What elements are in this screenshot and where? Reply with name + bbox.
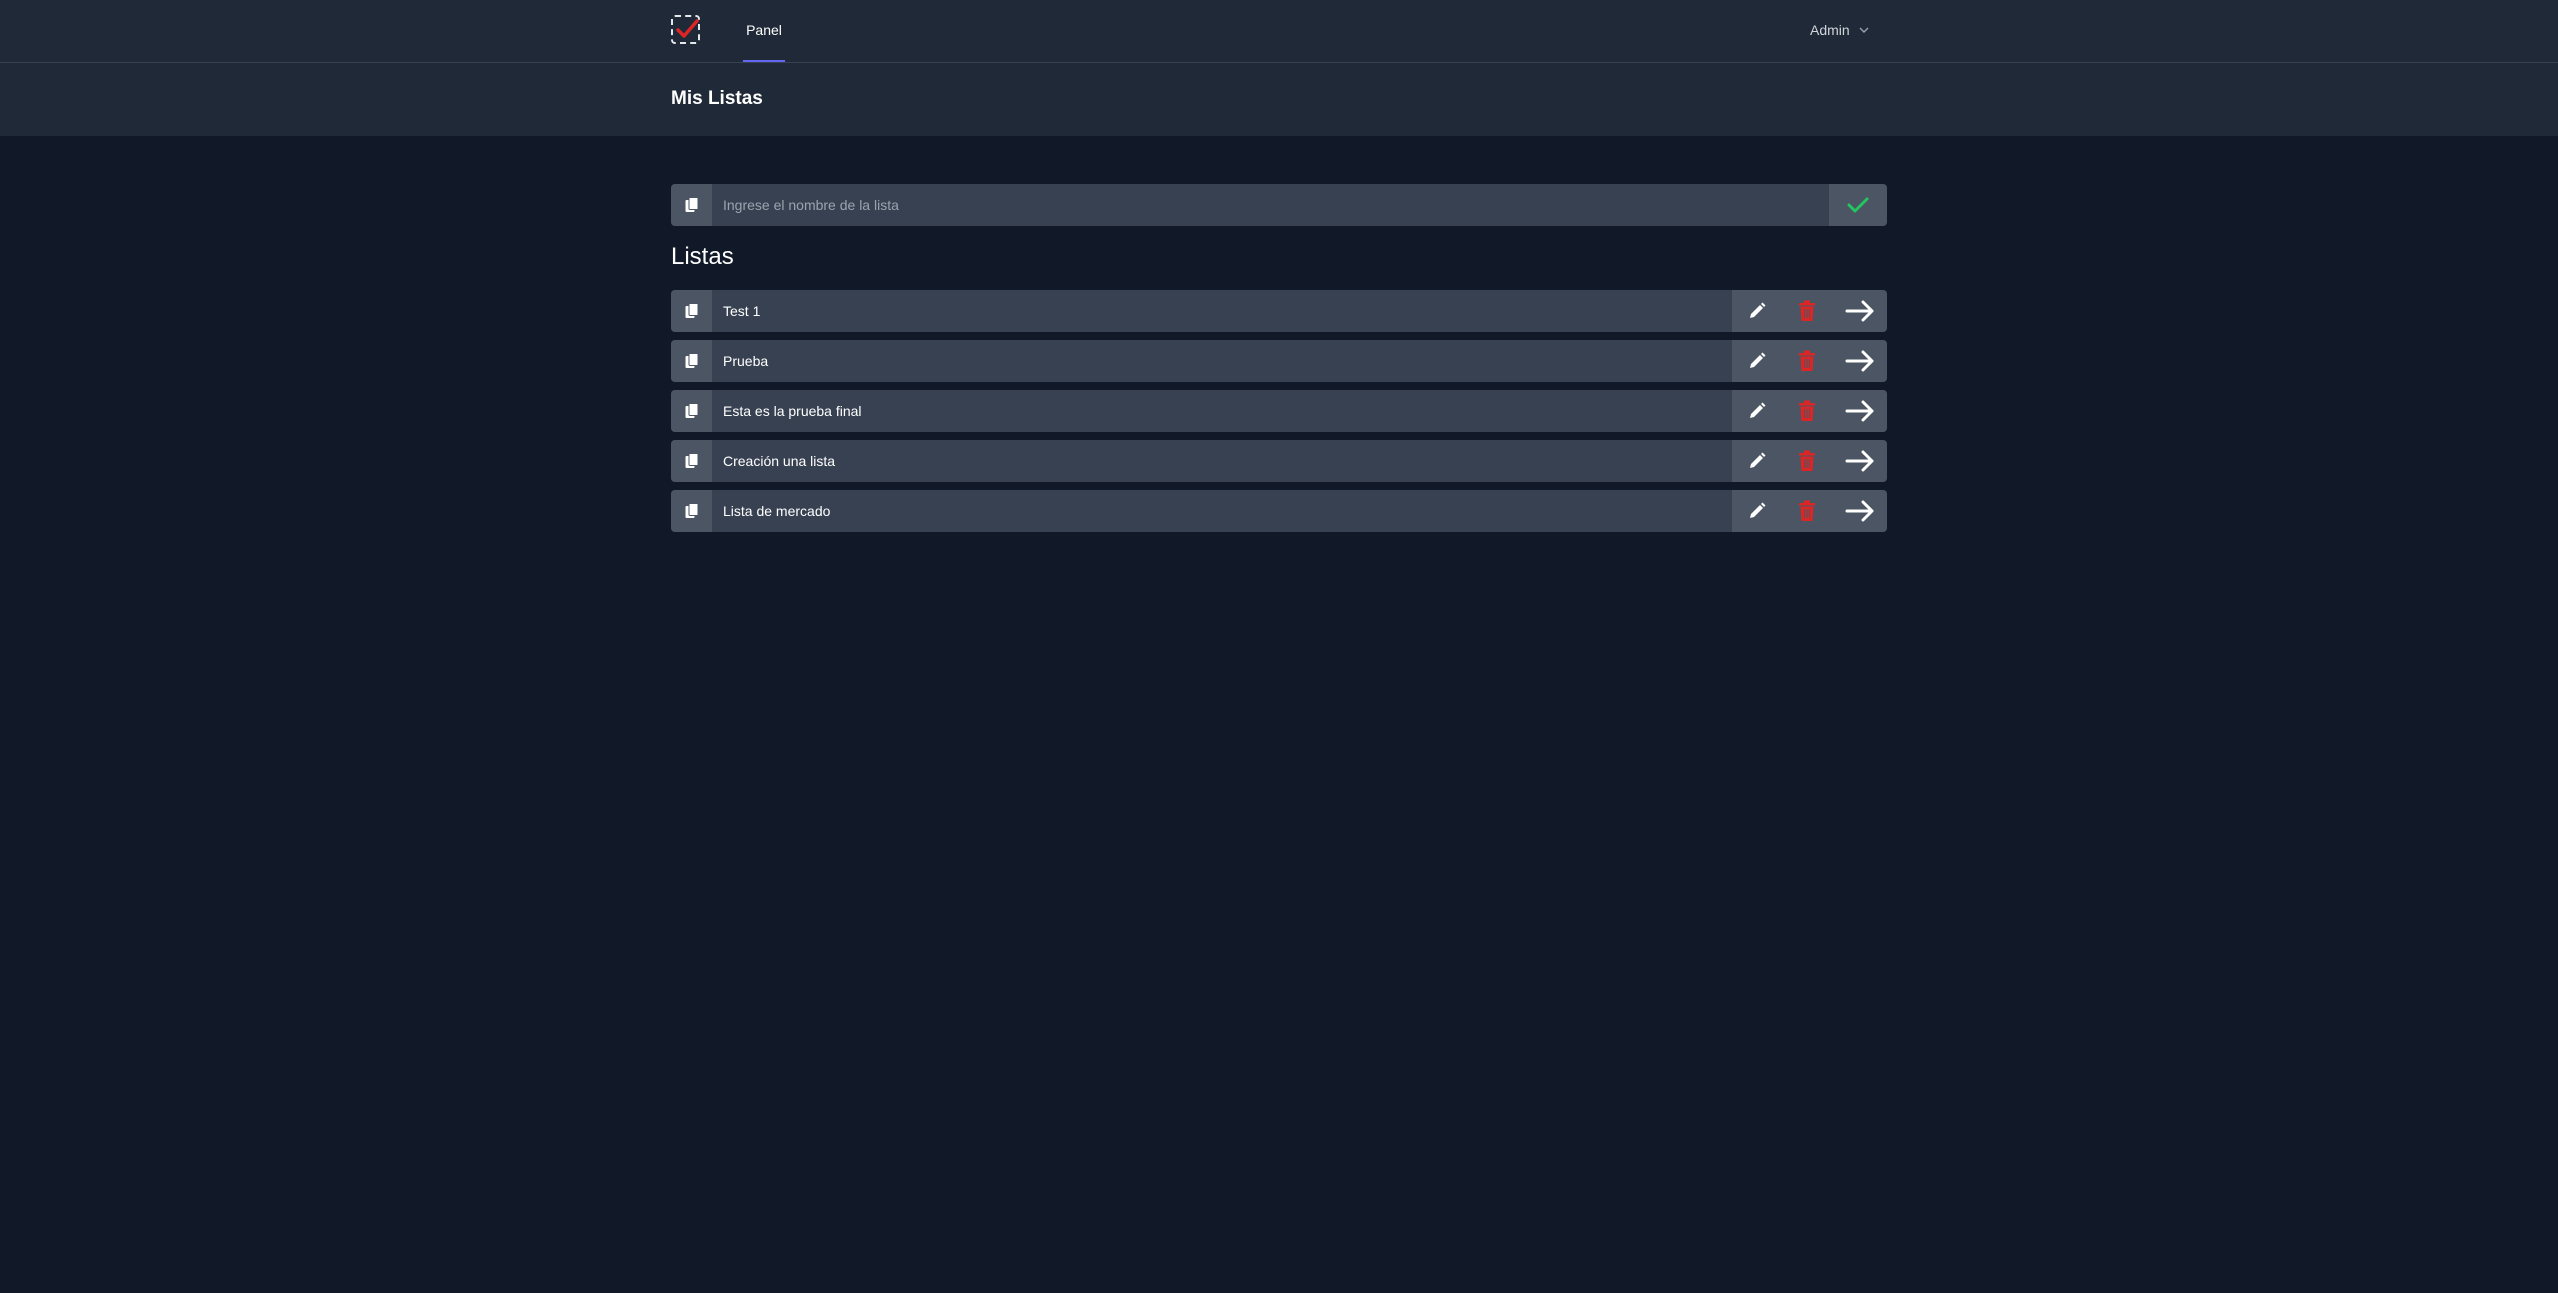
user-name: Admin xyxy=(1810,22,1850,38)
page-title: Mis Listas xyxy=(671,88,763,109)
new-list-form xyxy=(671,184,1887,226)
chevron-down-icon xyxy=(1859,27,1869,33)
top-navbar: Panel Admin xyxy=(0,0,2558,63)
arrow-right-icon xyxy=(1845,300,1873,322)
list-item: Lista de mercado xyxy=(671,490,1887,532)
copy-icon xyxy=(671,340,712,382)
list-item-name: Lista de mercado xyxy=(723,503,831,519)
arrow-right-icon xyxy=(1845,450,1873,472)
open-list-button[interactable] xyxy=(1832,390,1887,432)
copy-icon xyxy=(671,440,712,482)
list-name-input[interactable] xyxy=(712,184,1829,226)
pencil-icon xyxy=(1750,352,1766,368)
delete-button[interactable] xyxy=(1782,440,1832,482)
open-list-button[interactable] xyxy=(1832,490,1887,532)
open-list-button[interactable] xyxy=(1832,290,1887,332)
list-item-name: Esta es la prueba final xyxy=(723,403,862,419)
delete-button[interactable] xyxy=(1782,340,1832,382)
arrow-right-icon xyxy=(1845,350,1873,372)
user-menu[interactable]: Admin xyxy=(1810,0,1870,60)
lists-container: Test 1 Prueba Esta es la prueba final Cr… xyxy=(671,290,1887,540)
list-item: Esta es la prueba final xyxy=(671,390,1887,432)
check-logo-icon xyxy=(676,19,699,38)
check-icon xyxy=(1847,197,1869,213)
open-list-button[interactable] xyxy=(1832,340,1887,382)
list-item-name: Prueba xyxy=(723,353,769,369)
edit-button[interactable] xyxy=(1732,490,1782,532)
copy-icon xyxy=(671,184,712,226)
app-logo[interactable] xyxy=(671,15,700,44)
trash-icon xyxy=(1799,300,1815,321)
list-item-actions xyxy=(1732,290,1887,332)
edit-button[interactable] xyxy=(1732,390,1782,432)
delete-button[interactable] xyxy=(1782,290,1832,332)
trash-icon xyxy=(1799,500,1815,521)
list-item-actions xyxy=(1732,440,1887,482)
list-item-actions xyxy=(1732,390,1887,432)
copy-icon xyxy=(671,390,712,432)
open-list-button[interactable] xyxy=(1832,440,1887,482)
section-title: Listas xyxy=(671,243,734,270)
edit-button[interactable] xyxy=(1732,290,1782,332)
trash-icon xyxy=(1799,400,1815,421)
list-item-name: Creación una lista xyxy=(723,453,836,469)
copy-icon xyxy=(671,290,712,332)
list-item: Prueba xyxy=(671,340,1887,382)
trash-icon xyxy=(1799,350,1815,371)
copy-icon xyxy=(671,490,712,532)
pencil-icon xyxy=(1750,402,1766,418)
list-item-actions xyxy=(1732,490,1887,532)
trash-icon xyxy=(1799,450,1815,471)
pencil-icon xyxy=(1750,452,1766,468)
edit-button[interactable] xyxy=(1732,440,1782,482)
edit-button[interactable] xyxy=(1732,340,1782,382)
list-item: Creación una lista xyxy=(671,440,1887,482)
arrow-right-icon xyxy=(1845,500,1873,522)
arrow-right-icon xyxy=(1845,400,1873,422)
pencil-icon xyxy=(1750,302,1766,318)
tab-panel[interactable]: Panel xyxy=(743,0,785,62)
list-item-name: Test 1 xyxy=(723,303,761,319)
pencil-icon xyxy=(1750,502,1766,518)
list-item: Test 1 xyxy=(671,290,1887,332)
delete-button[interactable] xyxy=(1782,490,1832,532)
delete-button[interactable] xyxy=(1782,390,1832,432)
list-item-actions xyxy=(1732,340,1887,382)
page-header xyxy=(0,63,2558,136)
add-list-button[interactable] xyxy=(1829,184,1887,226)
